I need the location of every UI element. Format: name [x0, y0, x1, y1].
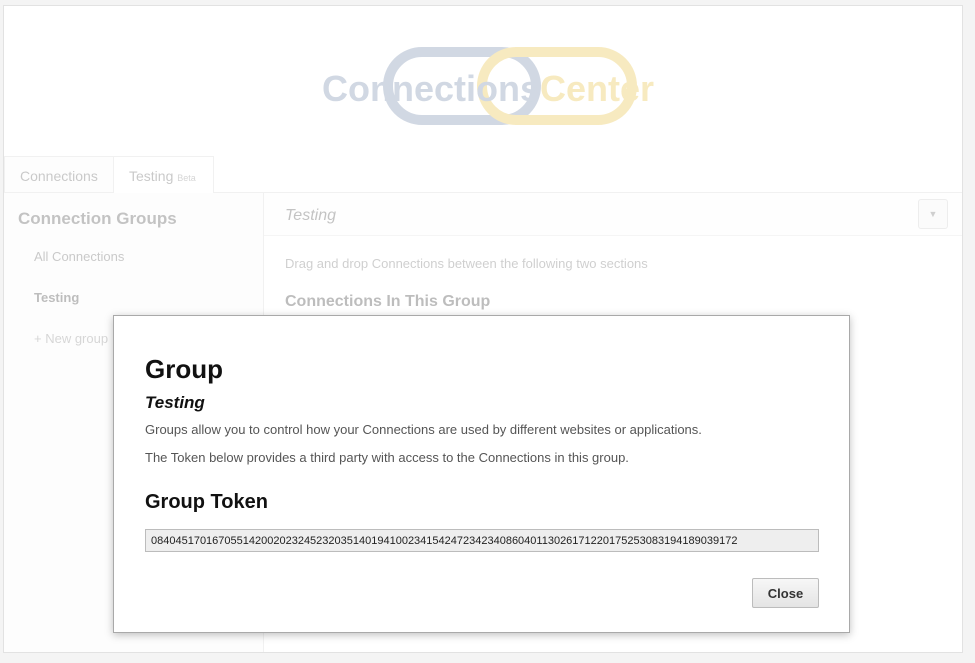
drag-drop-hint: Drag and drop Connections between the fo…	[285, 256, 648, 271]
sidebar-title: Connection Groups	[18, 209, 177, 228]
beta-badge: Beta	[177, 173, 196, 183]
logo-text-part2: Center	[540, 68, 655, 109]
header: ConnectionsCenter	[4, 6, 962, 156]
sidebar-item-testing[interactable]: Testing	[34, 290, 79, 305]
group-token-field[interactable]	[145, 529, 819, 552]
sidebar-item-all-connections[interactable]: All Connections	[34, 249, 124, 264]
dialog-group-name: Testing	[145, 393, 205, 412]
tab-connections[interactable]: Connections	[4, 156, 114, 192]
logo-text: ConnectionsCenter	[322, 68, 655, 110]
dialog-title: Group	[145, 354, 223, 384]
group-token-heading: Group Token	[145, 491, 268, 513]
connections-center-logo: ConnectionsCenter	[322, 44, 655, 126]
group-options-button[interactable]: ▼	[918, 199, 948, 229]
tab-label: Testing	[129, 168, 174, 184]
tab-testing[interactable]: Testing Beta	[113, 156, 214, 193]
close-button[interactable]: Close	[752, 578, 819, 608]
group-title: Testing	[285, 207, 336, 224]
tab-label: Connections	[20, 168, 98, 184]
caret-down-icon: ▼	[928, 209, 938, 219]
connections-in-group-heading: Connections In This Group	[285, 293, 491, 310]
tab-bar: Connections Testing Beta	[4, 156, 962, 193]
group-header: Testing ▼	[264, 193, 962, 236]
group-token-dialog: Group Testing Groups allow you to contro…	[113, 315, 850, 633]
dialog-token-description: The Token below provides a third party w…	[145, 450, 629, 465]
logo-text-part1: Connections	[322, 68, 541, 109]
dialog-description: Groups allow you to control how your Con…	[145, 422, 702, 437]
new-group-link[interactable]: + New group	[34, 331, 108, 346]
